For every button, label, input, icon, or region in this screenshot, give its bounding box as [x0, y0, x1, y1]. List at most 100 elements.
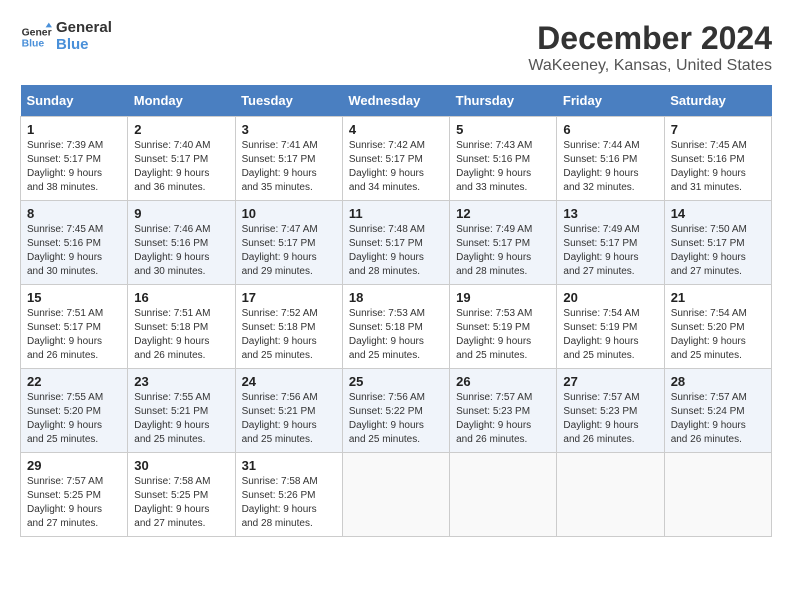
day-info: Sunrise: 7:55 AMSunset: 5:21 PMDaylight:…	[134, 391, 228, 447]
day-number: 3	[242, 122, 336, 137]
logo-line1: General	[56, 20, 112, 37]
day-number: 5	[456, 122, 550, 137]
table-row: 13 Sunrise: 7:49 AMSunset: 5:17 PMDaylig…	[557, 201, 664, 285]
day-number: 23	[134, 374, 228, 389]
day-info: Sunrise: 7:54 AMSunset: 5:20 PMDaylight:…	[671, 307, 765, 363]
table-row: 10 Sunrise: 7:47 AMSunset: 5:17 PMDaylig…	[235, 201, 342, 285]
svg-text:Blue: Blue	[22, 38, 45, 49]
day-info: Sunrise: 7:53 AMSunset: 5:18 PMDaylight:…	[349, 307, 443, 363]
day-info: Sunrise: 7:56 AMSunset: 5:22 PMDaylight:…	[349, 391, 443, 447]
day-info: Sunrise: 7:51 AMSunset: 5:17 PMDaylight:…	[27, 307, 121, 363]
table-row: 24 Sunrise: 7:56 AMSunset: 5:21 PMDaylig…	[235, 369, 342, 453]
table-row: 1 Sunrise: 7:39 AMSunset: 5:17 PMDayligh…	[21, 117, 128, 201]
day-number: 6	[563, 122, 657, 137]
day-info: Sunrise: 7:53 AMSunset: 5:19 PMDaylight:…	[456, 307, 550, 363]
day-info: Sunrise: 7:52 AMSunset: 5:18 PMDaylight:…	[242, 307, 336, 363]
table-row: 8 Sunrise: 7:45 AMSunset: 5:16 PMDayligh…	[21, 201, 128, 285]
day-number: 2	[134, 122, 228, 137]
table-row	[664, 453, 771, 537]
page-header: General Blue General Blue December 2024 …	[20, 20, 772, 75]
day-number: 19	[456, 290, 550, 305]
day-number: 15	[27, 290, 121, 305]
table-row: 26 Sunrise: 7:57 AMSunset: 5:23 PMDaylig…	[450, 369, 557, 453]
day-info: Sunrise: 7:39 AMSunset: 5:17 PMDaylight:…	[27, 139, 121, 195]
col-saturday: Saturday	[664, 85, 771, 117]
table-row: 29 Sunrise: 7:57 AMSunset: 5:25 PMDaylig…	[21, 453, 128, 537]
table-row: 20 Sunrise: 7:54 AMSunset: 5:19 PMDaylig…	[557, 285, 664, 369]
day-number: 9	[134, 206, 228, 221]
day-info: Sunrise: 7:51 AMSunset: 5:18 PMDaylight:…	[134, 307, 228, 363]
logo: General Blue General Blue	[20, 20, 112, 53]
day-number: 13	[563, 206, 657, 221]
day-info: Sunrise: 7:46 AMSunset: 5:16 PMDaylight:…	[134, 223, 228, 279]
day-number: 1	[27, 122, 121, 137]
day-number: 27	[563, 374, 657, 389]
col-sunday: Sunday	[21, 85, 128, 117]
day-number: 28	[671, 374, 765, 389]
day-number: 11	[349, 206, 443, 221]
day-number: 30	[134, 458, 228, 473]
table-row: 27 Sunrise: 7:57 AMSunset: 5:23 PMDaylig…	[557, 369, 664, 453]
table-row: 30 Sunrise: 7:58 AMSunset: 5:25 PMDaylig…	[128, 453, 235, 537]
day-info: Sunrise: 7:57 AMSunset: 5:25 PMDaylight:…	[27, 475, 121, 531]
table-row: 25 Sunrise: 7:56 AMSunset: 5:22 PMDaylig…	[342, 369, 449, 453]
day-info: Sunrise: 7:47 AMSunset: 5:17 PMDaylight:…	[242, 223, 336, 279]
day-number: 12	[456, 206, 550, 221]
day-number: 16	[134, 290, 228, 305]
day-number: 29	[27, 458, 121, 473]
calendar-header: Sunday Monday Tuesday Wednesday Thursday…	[21, 85, 772, 117]
table-row: 2 Sunrise: 7:40 AMSunset: 5:17 PMDayligh…	[128, 117, 235, 201]
table-row: 5 Sunrise: 7:43 AMSunset: 5:16 PMDayligh…	[450, 117, 557, 201]
day-number: 7	[671, 122, 765, 137]
table-row: 7 Sunrise: 7:45 AMSunset: 5:16 PMDayligh…	[664, 117, 771, 201]
day-number: 14	[671, 206, 765, 221]
day-info: Sunrise: 7:54 AMSunset: 5:19 PMDaylight:…	[563, 307, 657, 363]
table-row: 6 Sunrise: 7:44 AMSunset: 5:16 PMDayligh…	[557, 117, 664, 201]
table-row	[557, 453, 664, 537]
table-row: 28 Sunrise: 7:57 AMSunset: 5:24 PMDaylig…	[664, 369, 771, 453]
title-area: December 2024 WaKeeney, Kansas, United S…	[528, 20, 772, 75]
day-number: 22	[27, 374, 121, 389]
day-info: Sunrise: 7:57 AMSunset: 5:24 PMDaylight:…	[671, 391, 765, 447]
table-row: 11 Sunrise: 7:48 AMSunset: 5:17 PMDaylig…	[342, 201, 449, 285]
calendar-table: Sunday Monday Tuesday Wednesday Thursday…	[20, 85, 772, 537]
table-row: 14 Sunrise: 7:50 AMSunset: 5:17 PMDaylig…	[664, 201, 771, 285]
day-number: 10	[242, 206, 336, 221]
col-wednesday: Wednesday	[342, 85, 449, 117]
month-title: December 2024	[528, 20, 772, 57]
day-info: Sunrise: 7:50 AMSunset: 5:17 PMDaylight:…	[671, 223, 765, 279]
day-info: Sunrise: 7:55 AMSunset: 5:20 PMDaylight:…	[27, 391, 121, 447]
table-row: 19 Sunrise: 7:53 AMSunset: 5:19 PMDaylig…	[450, 285, 557, 369]
day-info: Sunrise: 7:45 AMSunset: 5:16 PMDaylight:…	[27, 223, 121, 279]
day-info: Sunrise: 7:43 AMSunset: 5:16 PMDaylight:…	[456, 139, 550, 195]
svg-text:General: General	[22, 27, 52, 38]
day-info: Sunrise: 7:45 AMSunset: 5:16 PMDaylight:…	[671, 139, 765, 195]
table-row: 12 Sunrise: 7:49 AMSunset: 5:17 PMDaylig…	[450, 201, 557, 285]
table-row: 3 Sunrise: 7:41 AMSunset: 5:17 PMDayligh…	[235, 117, 342, 201]
day-info: Sunrise: 7:57 AMSunset: 5:23 PMDaylight:…	[563, 391, 657, 447]
day-number: 25	[349, 374, 443, 389]
day-info: Sunrise: 7:48 AMSunset: 5:17 PMDaylight:…	[349, 223, 443, 279]
day-info: Sunrise: 7:56 AMSunset: 5:21 PMDaylight:…	[242, 391, 336, 447]
logo-icon: General Blue	[20, 21, 52, 53]
table-row: 16 Sunrise: 7:51 AMSunset: 5:18 PMDaylig…	[128, 285, 235, 369]
day-info: Sunrise: 7:49 AMSunset: 5:17 PMDaylight:…	[563, 223, 657, 279]
col-friday: Friday	[557, 85, 664, 117]
table-row: 4 Sunrise: 7:42 AMSunset: 5:17 PMDayligh…	[342, 117, 449, 201]
location-subtitle: WaKeeney, Kansas, United States	[528, 57, 772, 75]
table-row: 21 Sunrise: 7:54 AMSunset: 5:20 PMDaylig…	[664, 285, 771, 369]
day-info: Sunrise: 7:41 AMSunset: 5:17 PMDaylight:…	[242, 139, 336, 195]
day-info: Sunrise: 7:49 AMSunset: 5:17 PMDaylight:…	[456, 223, 550, 279]
day-number: 18	[349, 290, 443, 305]
day-number: 17	[242, 290, 336, 305]
day-info: Sunrise: 7:42 AMSunset: 5:17 PMDaylight:…	[349, 139, 443, 195]
day-number: 31	[242, 458, 336, 473]
day-number: 21	[671, 290, 765, 305]
table-row: 15 Sunrise: 7:51 AMSunset: 5:17 PMDaylig…	[21, 285, 128, 369]
table-row: 31 Sunrise: 7:58 AMSunset: 5:26 PMDaylig…	[235, 453, 342, 537]
day-info: Sunrise: 7:57 AMSunset: 5:23 PMDaylight:…	[456, 391, 550, 447]
calendar-body: 1 Sunrise: 7:39 AMSunset: 5:17 PMDayligh…	[21, 117, 772, 537]
col-monday: Monday	[128, 85, 235, 117]
day-number: 8	[27, 206, 121, 221]
col-tuesday: Tuesday	[235, 85, 342, 117]
